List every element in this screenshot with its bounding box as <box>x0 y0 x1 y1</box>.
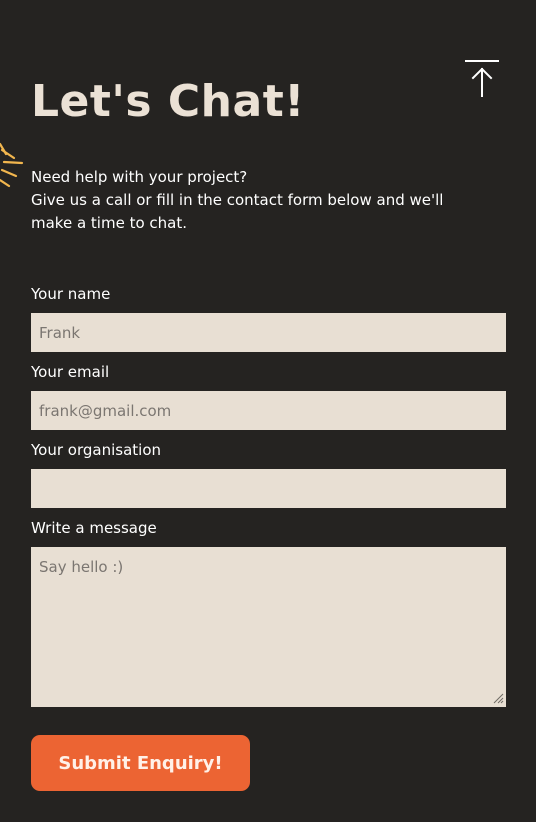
name-input[interactable] <box>31 313 506 352</box>
email-input[interactable] <box>31 391 506 430</box>
message-label: Write a message <box>31 519 157 537</box>
intro-line-3: make a time to chat. <box>31 214 187 232</box>
email-label: Your email <box>31 363 110 381</box>
intro-line-2: Give us a call or fill in the contact fo… <box>31 191 444 209</box>
contact-page: Let's Chat! Need help with your project?… <box>0 0 536 822</box>
intro-text: Need help with your project? Give us a c… <box>31 166 471 235</box>
back-to-top-icon[interactable] <box>464 58 500 98</box>
message-textarea[interactable] <box>31 547 506 707</box>
page-title: Let's Chat! <box>31 76 305 127</box>
name-label: Your name <box>31 285 111 303</box>
submit-enquiry-button[interactable]: Submit Enquiry! <box>31 735 250 791</box>
sunburst-icon <box>0 142 24 188</box>
organisation-input[interactable] <box>31 469 506 508</box>
resize-grip-icon[interactable] <box>492 692 504 704</box>
intro-line-1: Need help with your project? <box>31 168 248 186</box>
organisation-label: Your organisation <box>31 441 161 459</box>
